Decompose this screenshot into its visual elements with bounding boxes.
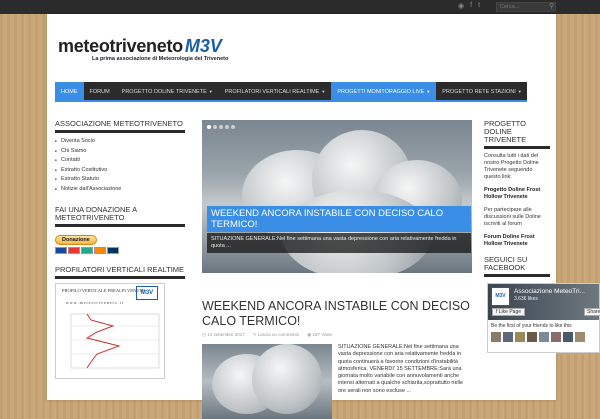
social-icons: ◉ f t [458,2,480,10]
post-body: SITUAZIONE GENERALE:Nel fine settimana u… [202,344,472,419]
mastercard-icon [68,247,80,254]
fb-share-button[interactable]: Share [584,308,600,316]
fb-like-button[interactable]: f Like Page [492,308,526,316]
sidebar-item-costitutivo[interactable]: Estratto Costitutivo [55,166,185,176]
fb-friend-faces [488,332,599,342]
search-input[interactable] [496,2,556,12]
assoc-widget-title: ASSOCIAZIONE METEOTRIVENETO [55,120,185,133]
profile-chart-title: PROFILO VERTICALE FREALPI VENETE [62,288,145,293]
logo-tagline: La prima associazione di Meteorologia de… [92,56,229,62]
nav-profilatori[interactable]: PROFILATORI VERTICALI REALTIME ▼ [219,82,332,100]
fb-friends-text: Be the first of your friends to like thi… [491,323,572,329]
top-bar: ◉ f t ⚲ [0,0,600,14]
fb-widget-title: SEGUICI SU FACEBOOK [484,256,550,277]
logo-mark: M3V [184,36,222,56]
main-nav: HOME FORUM PROGETTO DOLINE TRIVENETE ▼ PR… [55,82,527,102]
post-date: ◷ 14 settembre 2017 [202,332,245,338]
fb-like-label: Like Page [498,309,522,315]
slider-dot[interactable] [219,125,223,129]
sidebar-item-notizie[interactable]: Notizie dall'Associazione [55,185,185,195]
profile-chart-badge: M3V [136,286,158,300]
featured-slider[interactable]: WEEKEND ANCORA INSTABILE CON DECISO CALO… [202,120,472,273]
avatar[interactable] [575,332,585,342]
post-comments-text: Lascia un commento [257,332,300,337]
doline-widget-title: PROGETTO DOLINE TRIVENETE [484,120,550,149]
profile-chart-plot [70,313,160,369]
doline-text: Consulta tutti i dati del nostro Progett… [484,153,539,180]
fb-header: M3V Associazione MeteoTri... 3.636 likes… [488,284,600,320]
caret-down-icon: ▼ [321,89,326,94]
main-content: WEEKEND ANCORA INSTABILE CON DECISO CALO… [202,120,472,419]
nav-rete-label: PROGETTO RETE STAZIONI [442,89,516,95]
slider-dot[interactable] [225,125,229,129]
post-comments[interactable]: ✎ Lascia un commento [253,332,300,338]
nav-doline[interactable]: PROGETTO DOLINE TRIVENETE ▼ [116,82,219,100]
donate-widget-title: FAI UNA DONAZIONE A METEOTRIVENETO [55,206,185,227]
avatar[interactable] [491,332,501,342]
post-title[interactable]: WEEKEND ANCORA INSTABILE CON DECISO CALO… [202,299,472,329]
sidebar-item-contatti[interactable]: Contatti [55,156,185,166]
slide-excerpt: SITUAZIONE GENERALE:Nel fine settimana u… [207,233,471,253]
forum-link[interactable]: Forum Doline Frost Hollow Trivenete [484,234,550,248]
slider-dot[interactable] [207,125,211,129]
vertical-profile-chart[interactable]: PROFILO VERTICALE FREALPI VENETE w w w .… [55,283,165,379]
doline-link[interactable]: Progetto Doline Frost Hollow Trivenete [484,187,550,201]
discover-card-icon [94,247,106,254]
avatar[interactable] [551,332,561,342]
amex-card-icon [81,247,93,254]
right-sidebar: PROGETTO DOLINE TRIVENETE Consulta tutti… [484,120,550,281]
sidebar-item-diventa-socio[interactable]: Diventa Socio [55,137,185,147]
caret-down-icon: ▼ [208,89,213,94]
slider-dot[interactable] [231,125,235,129]
post-meta: ◷ 14 settembre 2017 ✎ Lascia un commento… [202,332,472,338]
sidebar-item-statuto[interactable]: Estratto Statuto [55,175,185,185]
donate-button[interactable]: Donazione [55,235,97,245]
nav-home[interactable]: HOME [55,82,84,100]
fb-page-logo[interactable]: M3V [491,287,510,306]
nav-profilatori-label: PROFILATORI VERTICALI REALTIME [224,89,320,95]
facebook-icon[interactable]: f [470,2,472,10]
nav-monitoraggio[interactable]: PROGETTI MONITORAGGIO LIVE ▼ [331,82,437,100]
nav-monitoraggio-label: PROGETTI MONITORAGGIO LIVE [337,89,425,95]
slider-dot[interactable] [213,125,217,129]
forum-text: Per partecipare alle discussioni sulle D… [484,207,541,227]
profilers-widget-title: PROFILATORI VERTICALI REALTIME [55,266,185,279]
left-sidebar: ASSOCIAZIONE METEOTRIVENETO Diventa Soci… [55,120,185,379]
caret-down-icon: ▼ [426,89,431,94]
post-views: ◉ 187 Visite [307,332,332,338]
avatar[interactable] [515,332,525,342]
avatar[interactable] [503,332,513,342]
logo-text-meteo: meteo [58,36,110,56]
site-logo[interactable]: meteotriveneto M3V La prima associazione … [58,36,228,62]
facebook-page-widget: M3V Associazione MeteoTri... 3.636 likes… [487,283,600,353]
avatar[interactable] [527,332,537,342]
post-date-text: 14 settembre 2017 [207,332,245,337]
twitter-icon[interactable]: t [478,2,480,10]
page-container: meteotriveneto M3V La prima associazione … [47,14,556,419]
nav-rete-stazioni[interactable]: PROGETTO RETE STAZIONI ▼ [436,82,527,100]
avatar[interactable] [539,332,549,342]
fb-likes-count: 3.636 likes [514,296,538,302]
bank-card-icon [107,247,119,254]
nav-forum[interactable]: FORUM [84,82,116,100]
sidebar-item-chi-siamo[interactable]: Chi Siamo [55,147,185,157]
payment-cards [55,247,185,254]
post-thumbnail[interactable] [202,344,332,419]
rss-icon[interactable]: ◉ [458,2,464,10]
post-views-text: 187 Visite [312,332,333,337]
logo-text-triveneto: triveneto [109,36,184,56]
profile-chart-url: w w w . m e t e o t r i v e n e t o . i … [66,300,123,305]
caret-down-icon: ▼ [517,89,522,94]
post-excerpt: SITUAZIONE GENERALE:Nel fine settimana u… [338,344,464,394]
avatar[interactable] [563,332,573,342]
search-icon[interactable]: ⚲ [549,2,554,10]
slider-dots [207,125,235,129]
visa-card-icon [55,247,67,254]
nav-doline-label: PROGETTO DOLINE TRIVENETE [121,89,207,95]
slide-title[interactable]: WEEKEND ANCORA INSTABILE CON DECISO CALO… [207,206,471,232]
fb-page-name[interactable]: Associazione MeteoTri... [514,288,585,295]
cloud-shape [252,344,322,414]
